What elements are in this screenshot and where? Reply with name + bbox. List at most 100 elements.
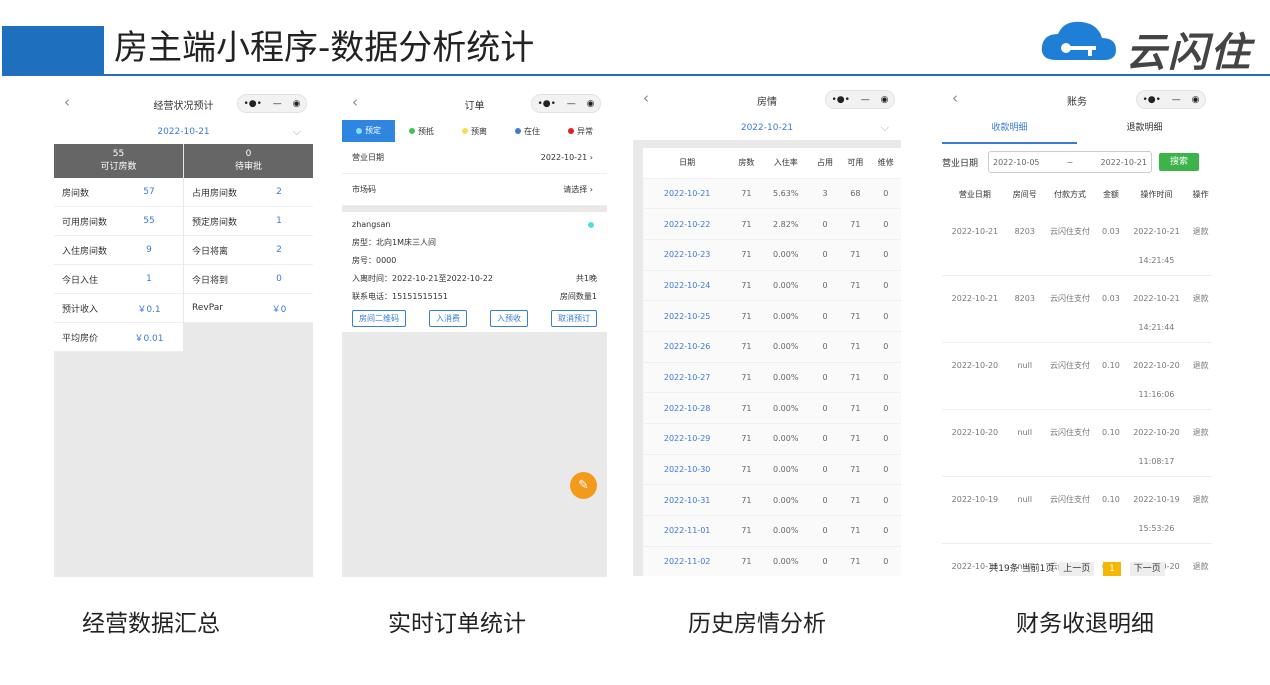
date-picker[interactable]: 2022-10-21 ⌵ [54,120,313,144]
date-link[interactable]: 2022-11-02 [643,545,732,576]
stat-cell: 房间数 57 [54,178,183,207]
market-code-row[interactable]: 市场码 请选择 › [342,174,607,206]
refund-button[interactable]: 退款 [1189,342,1212,410]
date-range-label: 营业日期 [942,158,979,169]
date-link[interactable]: 2022-10-23 [643,238,732,271]
date-link[interactable]: 2022-10-31 [643,484,732,516]
capsule-menu[interactable]: •●• — ◉ [237,94,307,113]
next-page-button[interactable]: 下一页 [1129,562,1165,576]
new-order-fab-icon[interactable]: ✎ [570,472,597,499]
date-link[interactable]: 2022-11-01 [643,515,732,547]
status-dot [462,128,468,134]
table-cell: 0 [870,515,901,547]
date-link[interactable]: 2022-10-25 [643,300,732,332]
tab-refunds[interactable]: 退款明细 [1077,116,1212,144]
add-consumption-button[interactable]: 入消费 [429,310,467,327]
refund-button[interactable]: 退款 [1189,409,1212,477]
room-type: 房型：北向1M床三人间 [352,238,436,247]
table-cell: 0 [870,392,901,424]
table-cell: 0 [870,330,901,363]
table-cell: 云闪住支付 [1041,275,1099,343]
stat-value: 2 [276,245,282,255]
tab-label: 预离 [471,126,487,136]
close-circle-icon[interactable]: ◉ [881,95,889,105]
capsule-menu[interactable]: •●• — ◉ [531,94,601,113]
title-underline [2,74,1270,76]
minimize-icon[interactable]: — [1172,95,1181,105]
tab-arriving[interactable]: 预抵 [395,126,448,137]
minimize-icon[interactable]: — [567,99,576,109]
tab-in-house[interactable]: 在住 [501,126,554,137]
stat-cell: 可用房间数 55 [54,207,183,236]
phone-room-status: ‹ 房情 •●• — ◉ 2022-10-21 ⌵ 日期 房数 入住率 占用 可用 维修 202… [633,82,901,576]
capsule-menu[interactable]: •●• — ◉ [1136,90,1206,109]
room-count: 房间数量1 [559,292,597,301]
tab-exception[interactable]: 异常 [554,126,607,137]
table-cell: 71 [731,545,762,576]
status-dot [356,127,362,134]
table-row: 2022-10-19 null 云闪住支付 0.10 2022-10-19 15:53:2… [942,476,1212,544]
operation-time: 2022-10-20 11:08:17 [1123,409,1190,477]
room-qrcode-button[interactable]: 房间二维码 [352,310,406,327]
date-link[interactable]: 2022-10-30 [643,453,732,485]
more-icon[interactable]: •●• [243,99,261,109]
close-circle-icon[interactable]: ◉ [1192,95,1200,105]
column-header: 日期 [643,148,732,178]
minimize-icon[interactable]: — [273,99,282,109]
table-cell: 0.10 [1098,342,1124,410]
date-picker[interactable]: 2022-10-21 ⌵ [633,116,901,140]
current-page[interactable]: 1 [1103,562,1121,576]
table-cell: 71 [731,392,762,424]
search-button[interactable]: 搜索 [1159,153,1200,171]
date-link[interactable]: 2022-10-28 [643,392,732,424]
date-link[interactable]: 2022-10-27 [643,361,732,393]
more-icon[interactable]: •●• [1142,95,1160,105]
table-row: 2022-10-21 8203 云闪住支付 0.03 2022-10-21 14:21:4… [942,275,1212,343]
table-cell: 0.00% [761,300,810,332]
stat-cell: 预计收入 ￥0.1 [54,294,183,323]
date-link[interactable]: 2022-10-21 [643,177,732,209]
stat-label: 预计收入 [62,304,99,315]
refund-button[interactable]: 退款 [1189,275,1212,343]
tab-reserved[interactable]: 预定 [342,120,395,142]
close-circle-icon[interactable]: ◉ [587,99,595,109]
business-date-row[interactable]: 营业日期 2022-10-21 › [342,142,607,174]
close-circle-icon[interactable]: ◉ [293,99,301,109]
logo-text: 云闪住 [1126,30,1252,76]
available-rooms-label: 可订房数 [100,162,137,172]
table-cell: 0 [870,238,901,271]
tab-label: 异常 [577,126,593,136]
stat-label: 平均房价 [62,333,99,344]
tab-receipts[interactable]: 收款明细 [942,116,1077,144]
order-card[interactable]: zhangsan 房型：北向1M床三人间 房号：0000 入离时间：2022-1… [342,212,607,332]
refund-button[interactable]: 退款 [1189,209,1212,276]
date-link[interactable]: 2022-10-24 [643,269,732,301]
phone-finance: ‹ 账务 •●• — ◉ 收款明细 退款明细 营业日期 2022-10-05 ~202… [942,82,1212,582]
date-link[interactable]: 2022-10-22 [643,208,732,240]
add-prepayment-button[interactable]: 入预收 [490,310,528,327]
cancel-reservation-button[interactable]: 取消预订 [551,310,597,327]
table-cell: null [1007,342,1042,410]
table-cell: 2022-10-21 [942,209,1008,276]
column-header: 付款方式 [1041,180,1099,209]
minimize-icon[interactable]: — [861,95,870,105]
more-icon[interactable]: •●• [537,99,555,109]
order-status-tabs: 预定 预抵 预离 在住 异常 [342,120,607,142]
table-cell: 71 [731,269,762,301]
refund-button[interactable]: 退款 [1189,476,1212,544]
table-cell: 0 [870,208,901,240]
date-range-input[interactable]: 2022-10-05 ~2022-10-21 [988,151,1152,173]
table-row: 2022-10-22 71 2.82% 0 71 0 [643,208,901,240]
op-date: 2022-10-21 [1133,294,1180,303]
caption-room-history: 历史房情分析 [688,611,826,637]
date-link[interactable]: 2022-10-29 [643,423,732,455]
stat-cell: 平均房价 ￥0.01 [54,323,183,352]
date-link[interactable]: 2022-10-26 [643,330,732,363]
capsule-menu[interactable]: •●• — ◉ [825,90,895,109]
tab-departing[interactable]: 预离 [448,126,501,137]
prev-page-button[interactable]: 上一页 [1059,562,1095,576]
row-value: 请选择 [563,185,588,194]
date-value: 2022-10-21 [157,127,210,137]
chevron-down-icon: ⌵ [880,121,889,134]
more-icon[interactable]: •●• [831,95,849,105]
